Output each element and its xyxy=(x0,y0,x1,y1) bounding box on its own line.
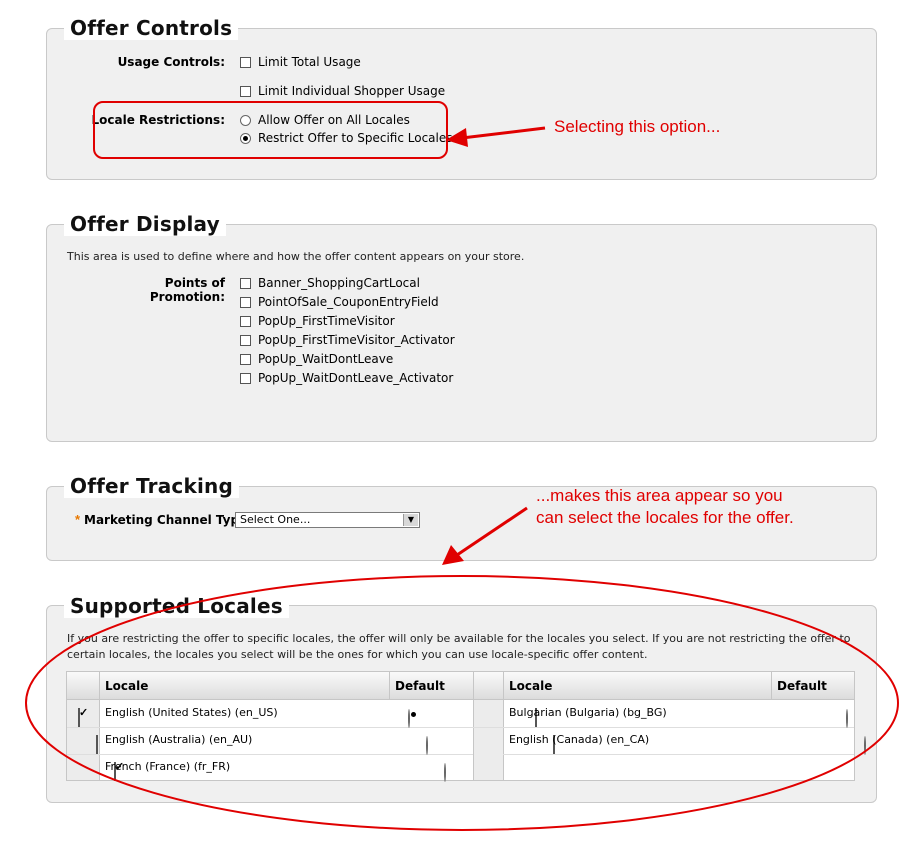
annotation-layer xyxy=(25,101,899,831)
arrow-1-head-icon xyxy=(446,128,468,147)
arrow-2-line xyxy=(456,506,528,557)
supported-locales-highlight-ellipse xyxy=(25,575,899,831)
annotation-note-2-line1: ...makes this area appear so you xyxy=(536,486,783,505)
arrow-1-line xyxy=(461,126,546,140)
annotation-note-2-line2: can select the locales for the offer. xyxy=(536,508,794,527)
locale-highlight-box xyxy=(93,101,448,159)
annotation-note-1: Selecting this option... xyxy=(554,117,721,136)
arrow-2-head-icon xyxy=(442,545,464,565)
